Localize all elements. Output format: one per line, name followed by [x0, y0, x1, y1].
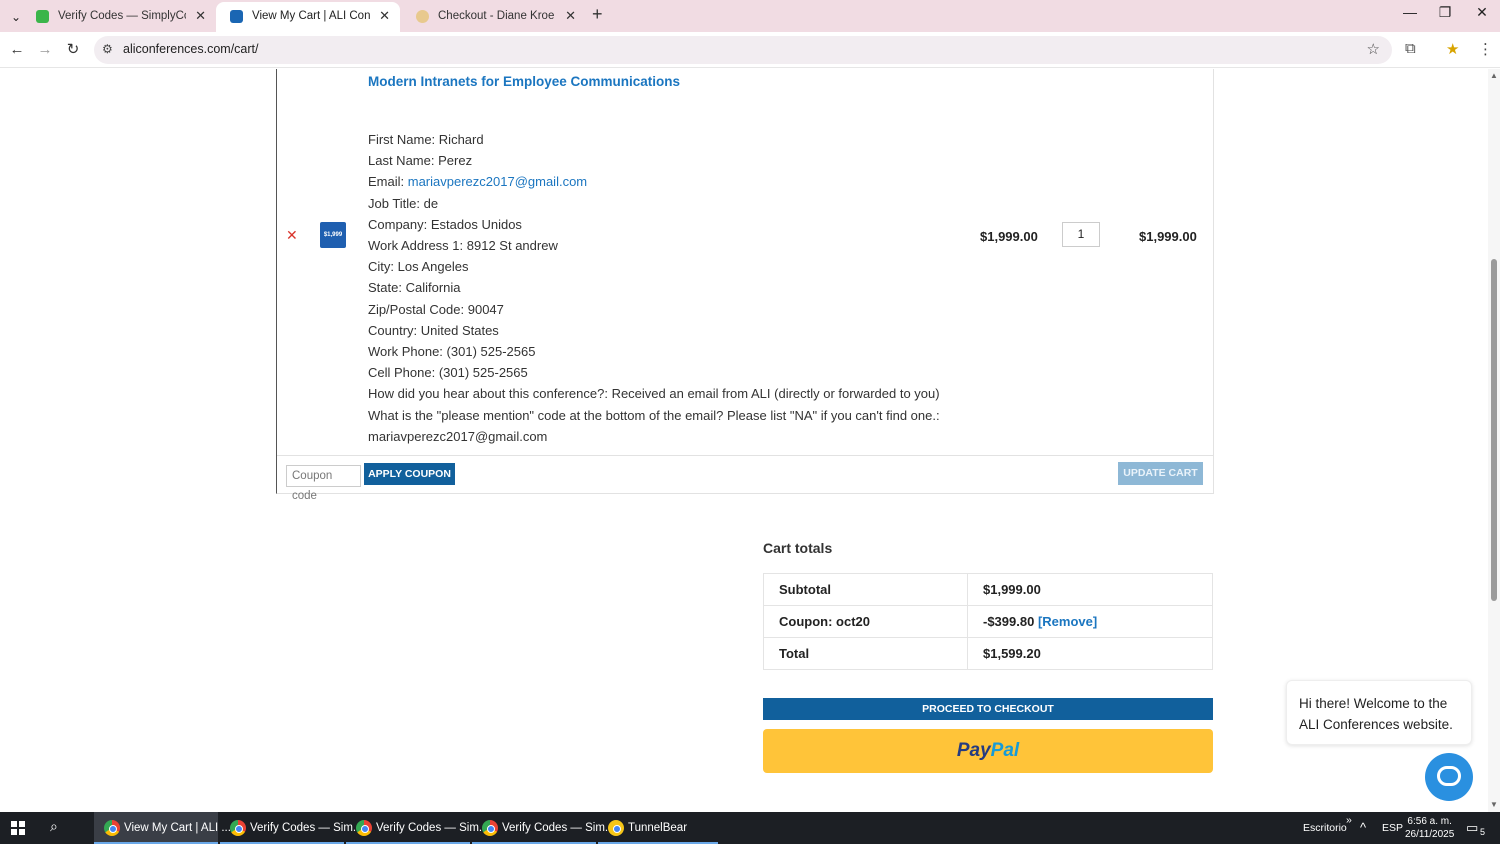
total-row: Total $1,599.20 [763, 637, 1213, 670]
notification-center-icon[interactable]: ▭ [1466, 812, 1478, 844]
window-close-icon[interactable]: ✕ [1467, 4, 1497, 21]
field-country: Country: United States [368, 322, 499, 338]
field-how-heard: How did you hear about this conference?:… [368, 386, 940, 402]
clock-time: 6:56 a. m. [1407, 816, 1452, 827]
product-thumbnail[interactable]: $1,999 [320, 222, 346, 248]
item-price: $1,999.00 [980, 229, 1038, 244]
chrome-icon [356, 820, 372, 836]
close-icon[interactable]: ✕ [565, 2, 576, 30]
address-bar[interactable]: ⚙ aliconferences.com/cart/ ☆ [94, 36, 1392, 64]
url-text[interactable]: aliconferences.com/cart/ [123, 42, 258, 56]
close-icon[interactable]: ✕ [379, 2, 390, 30]
coupon-row: Coupon: oct20 -$399.80 [Remove] [763, 605, 1213, 638]
field-email: Email: mariavperezc2017@gmail.com [368, 174, 588, 190]
cart-totals-table: Subtotal $1,999.00 Coupon: oct20 -$399.8… [763, 573, 1213, 670]
coupon-code-input[interactable]: Coupon code [286, 465, 361, 502]
item-subtotal: $1,999.00 [1139, 229, 1197, 244]
tab-strip: ⌄ Verify Codes — SimplyCodes ✕ View My C… [0, 0, 1500, 32]
field-last-name: Last Name: Perez [368, 153, 473, 169]
coupon-cell: -$399.80 [Remove] [967, 605, 1213, 638]
desktop-toolbar-label[interactable]: Escritorio [1303, 812, 1347, 844]
coupon-discount: -$399.80 [983, 614, 1035, 629]
total-label: Total [763, 637, 968, 670]
scroll-down-arrow-icon[interactable]: ▼ [1490, 800, 1498, 809]
apply-coupon-button[interactable]: APPLY COUPON [364, 463, 455, 485]
remove-item-icon[interactable]: ✕ [286, 227, 298, 244]
update-cart-button[interactable]: UPDATE CART [1118, 462, 1203, 485]
field-job-title: Job Title: de [368, 195, 439, 211]
site-favicon-icon [416, 10, 429, 23]
reload-icon[interactable]: ↻ [61, 38, 85, 62]
scrollbar-thumb[interactable] [1491, 259, 1497, 601]
windows-start-icon[interactable] [11, 821, 25, 835]
taskbar-clock[interactable]: 6:56 a. m. 26/11/2025 [1405, 815, 1454, 841]
product-title-link[interactable]: Modern Intranets for Employee Communicat… [368, 74, 680, 89]
browser-menu-icon[interactable]: ⋮ [1478, 40, 1493, 58]
profile-extension-icon[interactable]: ★ [1446, 40, 1459, 58]
forward-arrow-icon[interactable]: → [33, 38, 57, 62]
cart-totals-heading: Cart totals [763, 540, 833, 556]
field-first-name: First Name: Richard [368, 132, 484, 147]
paypal-logo-pay: Pay [956, 740, 991, 761]
tab-view-my-cart[interactable]: View My Cart | ALI Conferences ✕ [216, 2, 400, 32]
windows-taskbar: ⌕ View My Cart | ALI ... Verify Codes — … [0, 812, 1500, 844]
site-info-icon[interactable]: ⚙ [102, 42, 113, 56]
taskbar-chrome-verify-1[interactable]: Verify Codes — Sim... [220, 812, 362, 844]
taskbar-chrome-cart[interactable]: View My Cart | ALI ... [94, 812, 231, 844]
row-divider [277, 455, 1214, 456]
tray-expand-chevron-icon[interactable]: ^ [1360, 812, 1366, 844]
field-work-address: Work Address 1: 8912 St andrew [368, 238, 558, 254]
tunnelbear-icon [608, 820, 624, 836]
field-work-phone: Work Phone: (301) 525-2565 [368, 344, 536, 360]
field-please-mention-answer: mariavperezc2017@gmail.com [368, 428, 548, 444]
extensions-puzzle-icon[interactable]: ⧉ [1405, 40, 1416, 57]
field-zip: Zip/Postal Code: 90047 [368, 301, 504, 317]
subtotal-row: Subtotal $1,999.00 [763, 573, 1213, 606]
remove-coupon-link[interactable]: [Remove] [1038, 614, 1097, 629]
tab-checkout[interactable]: Checkout - Diane Kroe ✕ [402, 2, 586, 32]
field-company: Company: Estados Unidos [368, 216, 522, 232]
browser-toolbar: ← → ↻ ⚙ aliconferences.com/cart/ ☆ ⧉ ★ ⋮ [0, 32, 1500, 68]
language-indicator[interactable]: ESP [1382, 812, 1403, 844]
field-cell-phone: Cell Phone: (301) 525-2565 [368, 365, 528, 381]
taskbar-search-icon[interactable]: ⌕ [50, 818, 58, 835]
attendee-details: First Name: Richard Last Name: Perez Ema… [368, 129, 940, 447]
bookmark-star-icon[interactable]: ☆ [1367, 40, 1380, 58]
field-city: City: Los Angeles [368, 259, 469, 275]
page-viewport: ✕ $1,999 Modern Intranets for Employee C… [0, 69, 1488, 812]
simplycodes-favicon-icon [36, 10, 49, 23]
quantity-input[interactable]: 1 [1062, 222, 1100, 247]
ali-favicon-icon [230, 10, 243, 23]
chat-greeting-bubble[interactable]: Hi there! Welcome to the ALI Conferences… [1286, 680, 1472, 745]
taskbar-chrome-verify-2[interactable]: Verify Codes — Sim... [346, 812, 488, 844]
email-link[interactable]: mariavperezc2017@gmail.com [408, 174, 587, 189]
coupon-label: Coupon: oct20 [763, 605, 968, 638]
clock-date: 26/11/2025 [1405, 829, 1455, 840]
paypal-logo-pal: Pal [990, 740, 1020, 761]
chrome-icon [104, 820, 120, 836]
tab-verify-codes[interactable]: Verify Codes — SimplyCodes ✕ [22, 2, 216, 32]
proceed-to-checkout-button[interactable]: PROCEED TO CHECKOUT [763, 698, 1213, 720]
close-icon[interactable]: ✕ [195, 2, 206, 30]
taskbar-chrome-verify-3[interactable]: Verify Codes — Sim... [472, 812, 614, 844]
toolbar-overflow-icon[interactable]: » [1346, 804, 1352, 836]
new-tab-plus-icon[interactable]: + [592, 4, 603, 25]
subtotal-label: Subtotal [763, 573, 968, 606]
total-value: $1,599.20 [967, 637, 1213, 670]
scroll-up-arrow-icon[interactable]: ▲ [1490, 71, 1498, 80]
page-scrollbar[interactable]: ▲ ▼ [1488, 69, 1500, 812]
taskbar-tunnelbear[interactable]: TunnelBear [598, 812, 718, 844]
back-arrow-icon[interactable]: ← [5, 38, 29, 62]
notification-count: 5 [1480, 827, 1486, 837]
field-please-mention-question: What is the "please mention" code at the… [368, 407, 940, 423]
subtotal-value: $1,999.00 [967, 573, 1213, 606]
field-state: State: California [368, 280, 461, 296]
paypal-button[interactable]: PayPal [763, 729, 1213, 773]
chrome-icon [482, 820, 498, 836]
restore-icon[interactable]: ❐ [1430, 4, 1460, 21]
chrome-icon [230, 820, 246, 836]
chat-launcher-icon[interactable] [1425, 753, 1473, 801]
minimize-icon[interactable]: — [1395, 4, 1425, 20]
